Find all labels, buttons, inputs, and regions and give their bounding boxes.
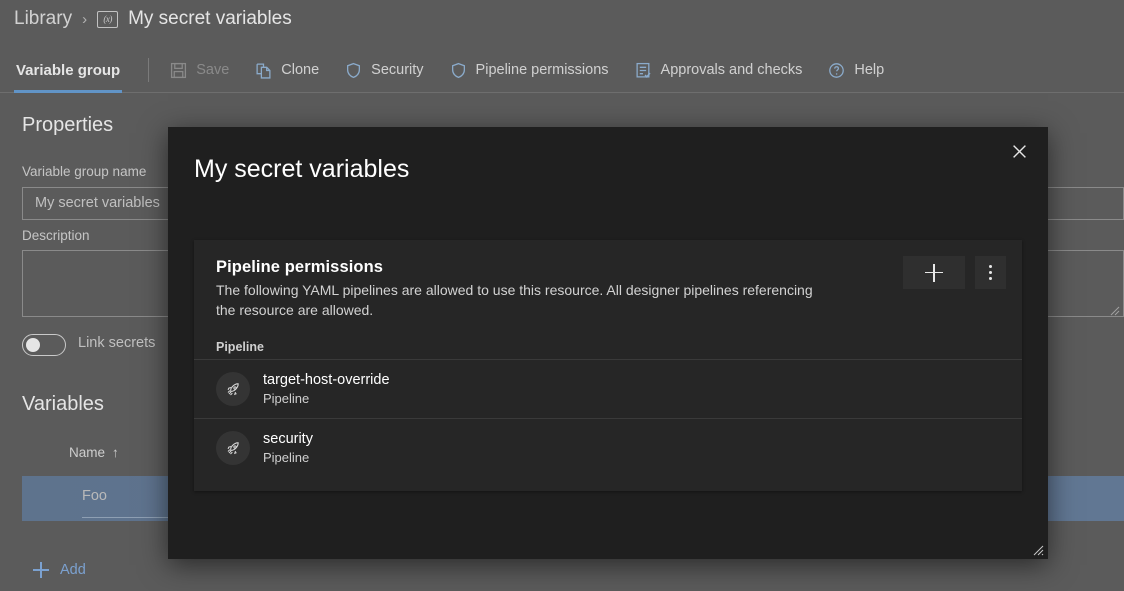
list-column-header-pipeline: Pipeline	[216, 340, 264, 354]
pipeline-permissions-dialog: My secret variables Pipeline permissions…	[168, 127, 1048, 559]
list-item-name: target-host-override	[263, 371, 390, 388]
list-item-type: Pipeline	[263, 390, 310, 406]
dialog-resize-handle[interactable]	[1032, 543, 1044, 556]
kebab-menu-icon	[989, 265, 992, 280]
add-pipeline-button[interactable]	[903, 256, 965, 289]
close-icon[interactable]	[1003, 135, 1035, 167]
card-description: The following YAML pipelines are allowed…	[216, 282, 813, 318]
list-item-texts: target-host-override Pipeline	[263, 371, 390, 407]
pipeline-permissions-card: Pipeline permissions The following YAML …	[194, 240, 1022, 491]
card-header: Pipeline permissions The following YAML …	[216, 258, 892, 321]
card-actions	[903, 256, 1006, 289]
plus-icon	[925, 263, 943, 282]
card-title: Pipeline permissions	[216, 258, 384, 276]
pipeline-list: target-host-override Pipeline security P…	[194, 359, 1022, 477]
dialog-title: My secret variables	[194, 155, 410, 183]
list-item-type: Pipeline	[263, 449, 310, 465]
list-item[interactable]: target-host-override Pipeline	[194, 359, 1022, 418]
list-item-texts: security Pipeline	[263, 430, 313, 466]
rocket-icon	[216, 372, 250, 406]
list-item-name: security	[263, 430, 313, 447]
more-options-button[interactable]	[975, 256, 1006, 289]
rocket-icon	[216, 431, 250, 465]
list-item[interactable]: security Pipeline	[194, 418, 1022, 477]
app-window: Library › (x) My secret variables Variab…	[0, 0, 1124, 591]
